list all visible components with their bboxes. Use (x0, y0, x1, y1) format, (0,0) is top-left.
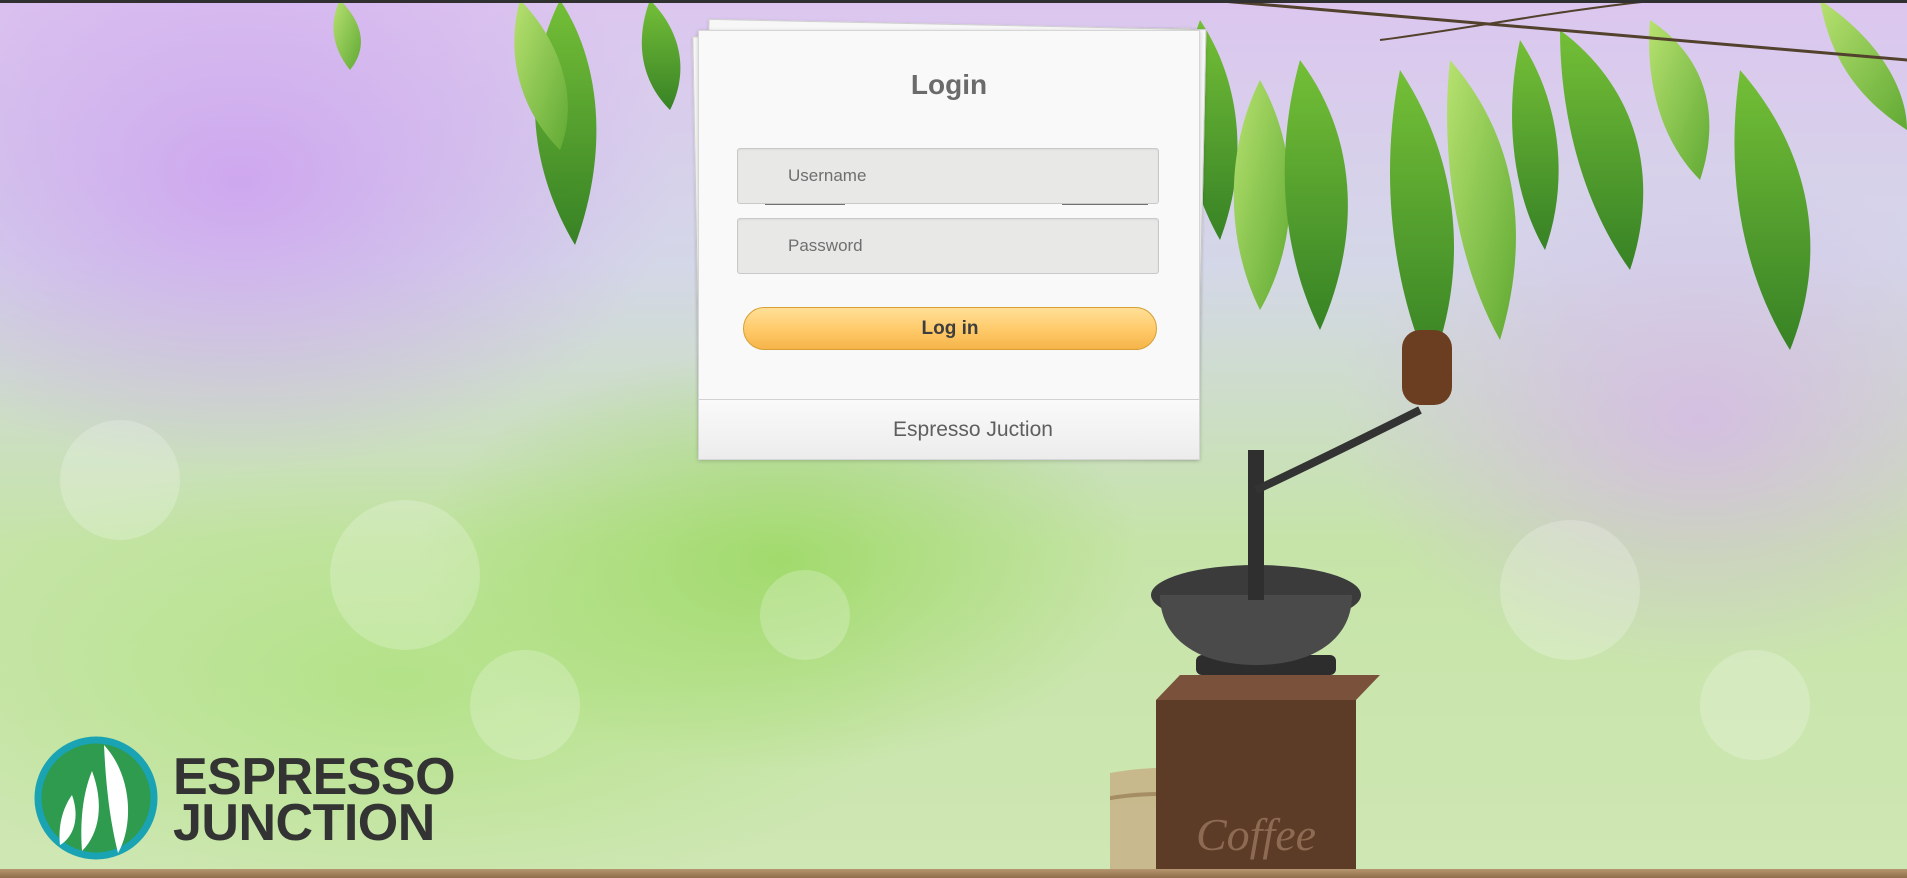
username-field-mark (765, 204, 845, 205)
grinder-brand-text: Coffee (1196, 809, 1316, 860)
password-input[interactable] (737, 218, 1159, 274)
background-bokeh (60, 420, 180, 540)
background-bokeh (330, 500, 480, 650)
leaf-circle-logo-icon (34, 736, 158, 860)
background-bokeh (1500, 520, 1640, 660)
background-bokeh (470, 650, 580, 760)
logo-text-line-2: JUNCTION (173, 794, 435, 852)
username-input[interactable] (737, 148, 1159, 204)
background-bokeh (1700, 650, 1810, 760)
login-button[interactable]: Log in (743, 307, 1157, 350)
login-footer-brand: Espresso Juction (699, 399, 1199, 459)
login-title: Login (910, 69, 988, 100)
top-border (0, 0, 1907, 3)
table-edge-decoration (0, 869, 1907, 878)
background-bokeh (760, 570, 850, 660)
login-page: Coffee Login Log in Espresso Juction ESP… (0, 0, 1907, 878)
username-field-mark (1062, 204, 1148, 205)
login-panel: Login Log in Espresso Juction (692, 18, 1208, 472)
company-logo: ESPRESSO JUNCTION (34, 733, 456, 863)
login-form: Login Log in Espresso Juction (698, 30, 1200, 460)
